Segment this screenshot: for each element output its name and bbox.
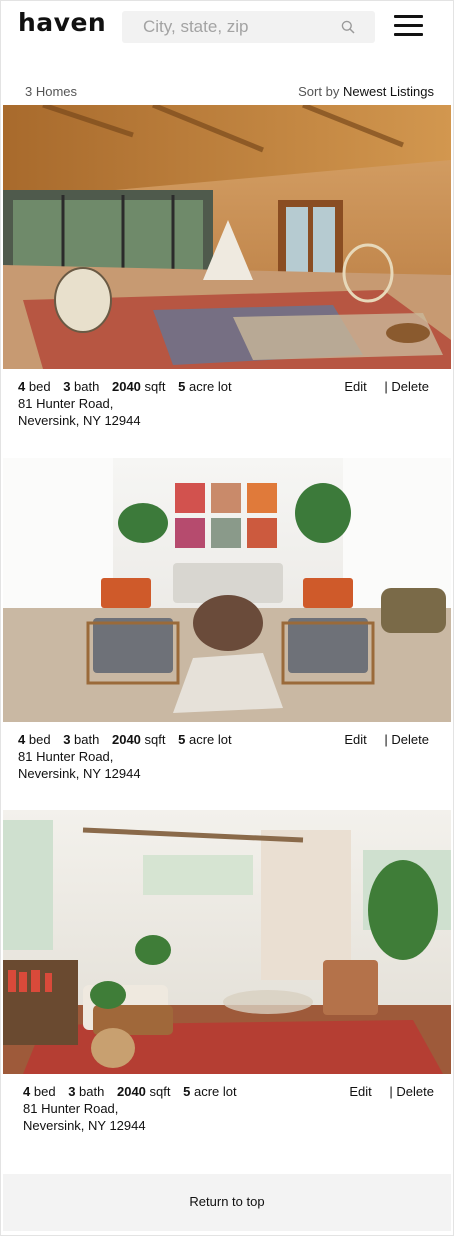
listing-info: 4 bed 3 bath 2040 sqft 5 acre lot 81 Hun… [8, 1074, 454, 1154]
search-box[interactable] [122, 11, 375, 43]
lot-stat: 5 acre lot [178, 379, 232, 394]
edit-link[interactable]: Edit [344, 732, 366, 747]
sort-control[interactable]: Sort by Newest Listings [298, 84, 434, 99]
listing-stats: 4 bed 3 bath 2040 sqft 5 acre lot [23, 1084, 246, 1099]
lot-stat: 5 acre lot [183, 1084, 237, 1099]
listing-card: 4 bed 3 bath 2040 sqft 5 acre lot 81 Hun… [3, 810, 451, 1154]
listing-photo[interactable] [3, 458, 451, 722]
listing-info: 4 bed 3 bath 2040 sqft 5 acre lot 81 Hun… [3, 722, 451, 802]
listing-actions: Edit | Delete [349, 1084, 434, 1099]
listing-card: 4 bed 3 bath 2040 sqft 5 acre lot 81 Hun… [3, 458, 451, 802]
beds-stat: 4 bed [18, 379, 51, 394]
listing-photo[interactable] [3, 810, 451, 1074]
listing-stats: 4 bed 3 bath 2040 sqft 5 acre lot [18, 732, 241, 747]
sort-prefix: Sort by [298, 84, 340, 99]
listing-actions: Edit | Delete [344, 379, 429, 394]
listing-actions: Edit | Delete [344, 732, 429, 747]
return-to-top-button[interactable]: Return to top [3, 1194, 451, 1209]
logo[interactable]: haven [18, 8, 106, 37]
baths-stat: 3 bath [68, 1084, 105, 1099]
listing-card: 4 bed 3 bath 2040 sqft 5 acre lot 81 Hun… [3, 105, 451, 449]
sqft-stat: 2040 sqft [116, 1084, 171, 1099]
listing-photo[interactable] [3, 105, 451, 369]
address-line2: Neversink, NY 12944 [18, 766, 141, 781]
sqft-stat: 2040 sqft [111, 732, 166, 747]
lot-stat: 5 acre lot [178, 732, 232, 747]
listing-info: 4 bed 3 bath 2040 sqft 5 acre lot 81 Hun… [3, 369, 451, 449]
results-count: 3 Homes [25, 84, 78, 99]
search-icon[interactable] [341, 20, 355, 34]
search-input[interactable] [122, 11, 375, 43]
listing-stats: 4 bed 3 bath 2040 sqft 5 acre lot [18, 379, 241, 394]
footer: Return to top [3, 1174, 451, 1231]
beds-stat: 4 bed [23, 1084, 56, 1099]
results-bar: 3 Homes Sort by Newest Listings [0, 80, 454, 104]
address-line2: Neversink, NY 12944 [23, 1118, 146, 1133]
edit-link[interactable]: Edit [344, 379, 366, 394]
address-line1: 81 Hunter Road, [23, 1101, 119, 1116]
delete-link[interactable]: | Delete [389, 1084, 434, 1099]
header: haven [0, 0, 454, 60]
sort-value[interactable]: Newest Listings [343, 84, 434, 99]
address-line2: Neversink, NY 12944 [18, 413, 141, 428]
address-line1: 81 Hunter Road, [18, 396, 114, 411]
baths-stat: 3 bath [63, 379, 100, 394]
edit-link[interactable]: Edit [349, 1084, 371, 1099]
delete-link[interactable]: | Delete [384, 732, 429, 747]
delete-link[interactable]: | Delete [384, 379, 429, 394]
hamburger-menu-icon[interactable] [394, 15, 423, 37]
sqft-stat: 2040 sqft [111, 379, 166, 394]
beds-stat: 4 bed [18, 732, 51, 747]
baths-stat: 3 bath [63, 732, 100, 747]
address-line1: 81 Hunter Road, [18, 749, 114, 764]
